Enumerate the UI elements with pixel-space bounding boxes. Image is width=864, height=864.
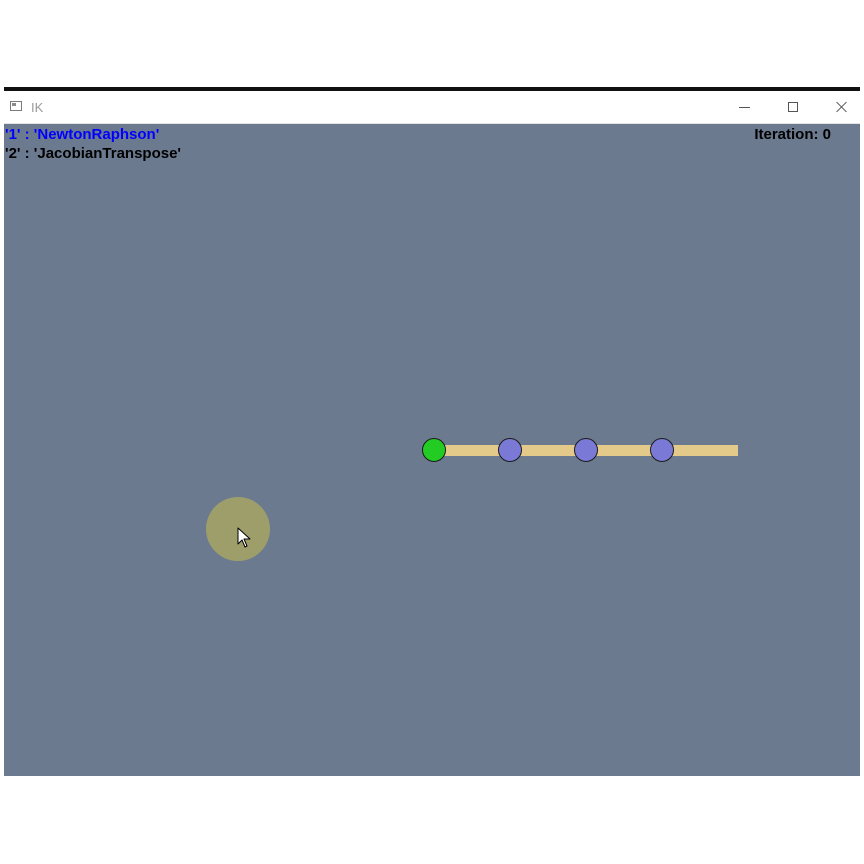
- title-bar[interactable]: IK: [4, 91, 860, 124]
- ik-canvas[interactable]: '1' : 'NewtonRaphson' '2' : 'JacobianTra…: [4, 124, 860, 776]
- arm-joint: [574, 438, 598, 462]
- window-title: IK: [31, 100, 44, 115]
- arm-root-joint: [422, 438, 446, 462]
- close-icon: [836, 101, 848, 113]
- maximize-button[interactable]: [769, 91, 817, 123]
- arm-joint: [498, 438, 522, 462]
- window-app-icon: [10, 101, 22, 111]
- minimize-button[interactable]: [720, 91, 768, 123]
- ik-scene: [206, 438, 738, 561]
- minimize-icon: [738, 106, 750, 108]
- ik-arm: [422, 438, 738, 462]
- close-button[interactable]: [818, 91, 860, 123]
- arm-joint: [650, 438, 674, 462]
- ik-window: IK '1' : 'NewtonRaphson' '2' : 'Jacobian…: [4, 91, 860, 776]
- maximize-icon: [788, 102, 798, 112]
